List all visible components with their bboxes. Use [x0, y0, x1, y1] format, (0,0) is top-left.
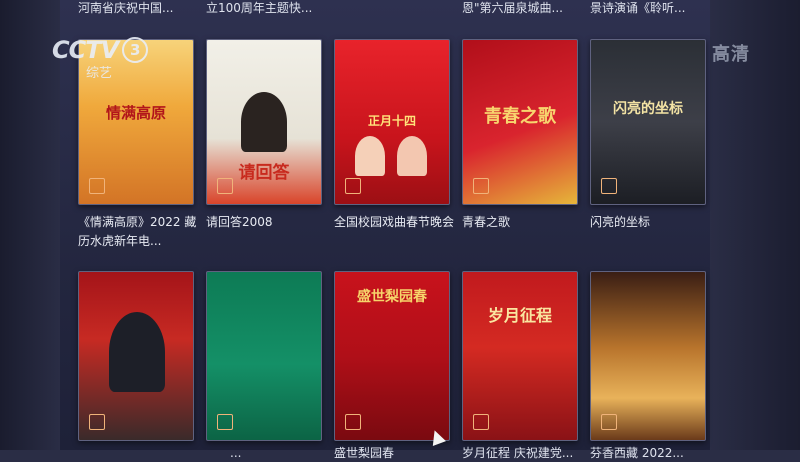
select-checkbox[interactable]: [89, 414, 105, 430]
caption-2[interactable]: 请回答2008: [206, 213, 336, 232]
select-checkbox[interactable]: [473, 414, 489, 430]
cctv-channel-logo: CCTV 3: [52, 36, 149, 64]
poster-suiyue-zhengcheng[interactable]: 岁月征程: [462, 271, 578, 441]
hd-badge: 高清: [712, 44, 750, 65]
bottom-caption-4[interactable]: 芬香西藏 2022...: [590, 445, 684, 462]
poster-art-text: 闪亮的坐标: [613, 101, 683, 117]
top-caption-4[interactable]: 景诗演诵《聆听...: [590, 0, 685, 17]
poster-row2-1[interactable]: [78, 271, 194, 441]
poster-shengshi-liyuanchun[interactable]: 盛世梨园春: [334, 271, 450, 441]
select-checkbox[interactable]: [89, 178, 105, 194]
channel-number: 3: [122, 37, 149, 63]
host-figure: [241, 92, 287, 152]
poster-xiqu-chunwan[interactable]: 正月十四: [334, 39, 450, 205]
channel-name: CCTV: [52, 36, 119, 64]
select-checkbox[interactable]: [345, 178, 361, 194]
caption-5[interactable]: 闪亮的坐标: [590, 213, 720, 232]
select-checkbox[interactable]: [217, 178, 233, 194]
select-checkbox[interactable]: [601, 178, 617, 194]
poster-row2-2[interactable]: [206, 271, 322, 441]
opera-figure-right: [397, 136, 427, 176]
select-checkbox[interactable]: [473, 178, 489, 194]
speaker-figure: [109, 312, 165, 392]
program-grid: 河南省庆祝中国... 立100周年主题快... 恩"第六届泉城曲... 景诗演诵…: [0, 0, 800, 460]
select-checkbox[interactable]: [601, 414, 617, 430]
opera-figure-left: [355, 136, 385, 176]
poster-art-text: 青春之歌: [484, 106, 556, 127]
bottom-caption-1[interactable]: ...: [230, 445, 241, 462]
bottom-caption-2[interactable]: 盛世梨园春: [334, 445, 394, 462]
select-checkbox[interactable]: [217, 414, 233, 430]
caption-4[interactable]: 青春之歌: [462, 213, 592, 232]
top-caption-3[interactable]: 恩"第六届泉城曲...: [462, 0, 563, 17]
poster-qingchun-zhige[interactable]: 青春之歌: [462, 39, 578, 205]
caption-3[interactable]: 全国校园戏曲春节晚会: [334, 213, 464, 232]
poster-art-text: 情满高原: [105, 104, 166, 122]
poster-art-text: 正月十四: [367, 114, 416, 128]
poster-art-text: 盛世梨园春: [357, 289, 427, 305]
poster-row2-5[interactable]: [590, 271, 706, 441]
poster-qing-huida-2008[interactable]: 请回答: [206, 39, 322, 205]
poster-shanliang-zuobiao[interactable]: 闪亮的坐标: [590, 39, 706, 205]
select-checkbox[interactable]: [345, 414, 361, 430]
top-caption-1[interactable]: 河南省庆祝中国...: [78, 0, 173, 17]
channel-subtitle: 综艺: [86, 66, 113, 81]
poster-art-text: 岁月征程: [487, 306, 552, 325]
bottom-caption-3[interactable]: 岁月征程 庆祝建党...: [462, 445, 573, 462]
top-caption-2[interactable]: 立100周年主题快...: [206, 0, 312, 17]
caption-1[interactable]: 《情满高原》2022 藏历水虎新年电...: [78, 213, 208, 251]
